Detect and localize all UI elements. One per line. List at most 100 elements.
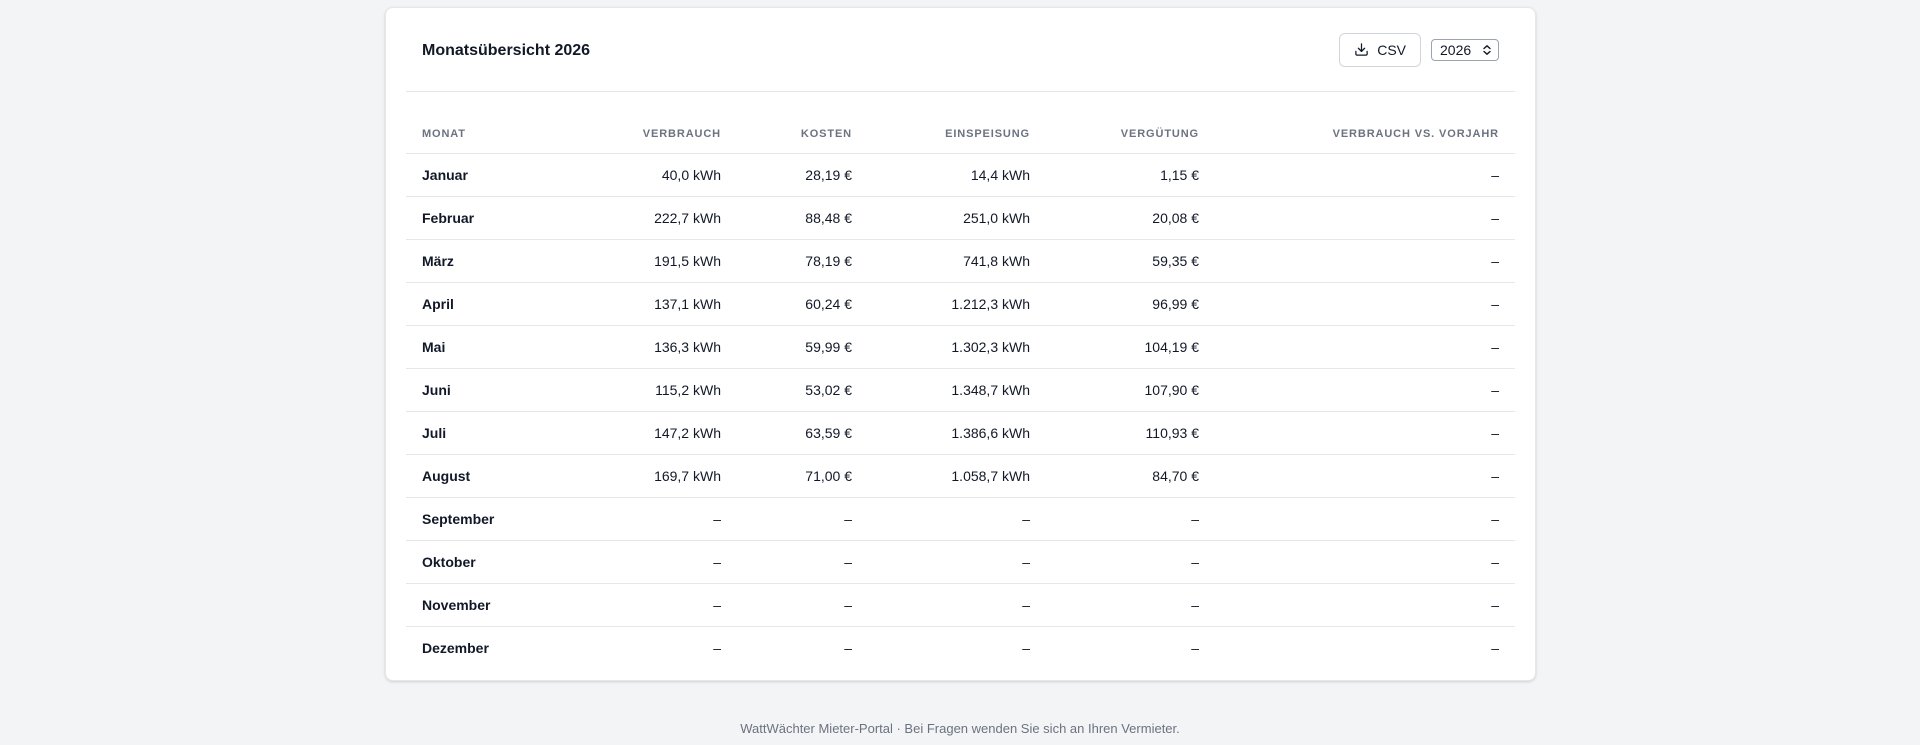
cell-verguetung: 104,19 € [1046,325,1215,369]
cell-verguetung: 84,70 € [1046,454,1215,498]
cell-verbrauch: 40,0 kWh [606,153,737,197]
cell-einspeisung: 14,4 kWh [868,153,1046,197]
cell-einspeisung: 1.302,3 kWh [868,325,1046,369]
cell-verguetung: 110,93 € [1046,411,1215,455]
cell-verguetung: 20,08 € [1046,196,1215,240]
cell-verbrauch: – [606,497,737,541]
cell-vorjahr: – [1215,196,1515,240]
cell-verbrauch: – [713,639,721,656]
cell-verguetung: 107,90 € [1046,368,1215,412]
cell-vorjahr: – [1215,282,1515,326]
cell-month: Juni [406,368,606,412]
cell-vorjahr: – [1215,411,1515,455]
cell-verbrauch: – [606,540,737,584]
header-verbrauch: Verbrauch [606,115,737,154]
header-einspeisung: Einspeisung [868,115,1046,154]
cell-vorjahr: – [1215,454,1515,498]
year-select-value: 2026 [1440,41,1472,58]
table-row: August 169,7 kWh 71,00 € 1.058,7 kWh 84,… [406,454,1515,498]
cell-einspeisung: 1.348,7 kWh [868,368,1046,412]
cell-verguetung: – [1046,497,1215,541]
table-row: November – – – – – [406,583,1515,627]
chevron-up-down-icon [1482,44,1492,56]
cell-month: Dezember [422,639,489,656]
cell-verbrauch: 136,3 kWh [606,325,737,369]
cell-verbrauch: 115,2 kWh [606,368,737,412]
cell-month: März [406,239,606,283]
cell-verguetung: 59,35 € [1046,239,1215,283]
cell-einspeisung: 251,0 kWh [868,196,1046,240]
table-row: Oktober – – – – – [406,540,1515,584]
year-select[interactable]: 2026 [1431,38,1499,61]
cell-verbrauch: – [606,583,737,627]
cell-verbrauch: 147,2 kWh [606,411,737,455]
cell-kosten: 71,00 € [737,454,868,498]
cell-vorjahr: – [1215,325,1515,369]
cell-kosten: 59,99 € [737,325,868,369]
footer-text: WattWächter Mieter-Portal · Bei Fragen w… [740,721,1180,736]
cell-einspeisung: 1.386,6 kWh [868,411,1046,455]
cell-einspeisung: – [1022,639,1030,656]
table-row: September – – – – – [406,497,1515,541]
cell-vorjahr: – [1215,153,1515,197]
table-row: März 191,5 kWh 78,19 € 741,8 kWh 59,35 €… [406,239,1515,283]
cell-verbrauch: 222,7 kWh [606,196,737,240]
table-row: Mai 136,3 kWh 59,99 € 1.302,3 kWh 104,19… [406,325,1515,369]
cell-vorjahr: – [1215,497,1515,541]
table-row: Juli 147,2 kWh 63,59 € 1.386,6 kWh 110,9… [406,411,1515,455]
cell-kosten: – [844,639,852,656]
cell-verbrauch: 169,7 kWh [606,454,737,498]
cell-einspeisung: 1.212,3 kWh [868,282,1046,326]
cell-kosten: 78,19 € [737,239,868,283]
cell-month: November [406,583,606,627]
card-header: Monatsübersicht 2026 CSV 2026 [406,8,1515,92]
cell-month: September [406,497,606,541]
table-header-row: Monat Verbrauch Kosten Einspeisung Vergü… [406,115,1515,154]
cell-month: August [406,454,606,498]
cell-kosten: – [737,583,868,627]
cell-kosten: 63,59 € [737,411,868,455]
cell-vorjahr: – [1215,583,1515,627]
header-month: Monat [406,115,606,154]
table-row: Februar 222,7 kWh 88,48 € 251,0 kWh 20,0… [406,196,1515,240]
cell-kosten: 53,02 € [737,368,868,412]
table-row: Juni 115,2 kWh 53,02 € 1.348,7 kWh 107,9… [406,368,1515,412]
cell-verguetung: 1,15 € [1046,153,1215,197]
cell-verguetung: – [1191,639,1199,656]
header-kosten: Kosten [737,115,868,154]
header-verguetung: Vergütung [1046,115,1215,154]
cell-einspeisung: – [868,583,1046,627]
cell-verbrauch: 137,1 kWh [606,282,737,326]
cell-verbrauch: 191,5 kWh [606,239,737,283]
cell-vorjahr: – [1491,639,1499,656]
cell-vorjahr: – [1215,239,1515,283]
cell-month: Juli [406,411,606,455]
table-row: Dezember – – – – – [406,626,1515,669]
cell-verguetung: – [1046,583,1215,627]
cell-kosten: 28,19 € [737,153,868,197]
csv-export-button[interactable]: CSV [1339,32,1421,67]
cell-month: Oktober [406,540,606,584]
cell-month: April [406,282,606,326]
cell-month: Januar [406,153,606,197]
cell-verguetung: 96,99 € [1046,282,1215,326]
cell-month: Februar [406,196,606,240]
cell-month: Mai [406,325,606,369]
cell-einspeisung: 741,8 kWh [868,239,1046,283]
download-icon [1354,42,1369,57]
cell-kosten: – [737,540,868,584]
cell-einspeisung: 1.058,7 kWh [868,454,1046,498]
cell-kosten: 60,24 € [737,282,868,326]
monthly-overview-card: Monatsübersicht 2026 CSV 2026 MONAT VERB… [385,7,1536,681]
csv-button-label: CSV [1377,41,1406,58]
header-actions: CSV 2026 [1339,32,1499,67]
cell-vorjahr: – [1215,368,1515,412]
cell-kosten: 88,48 € [737,196,868,240]
monthly-table: Monat Verbrauch Kosten Einspeisung Vergü… [406,115,1515,669]
cell-einspeisung: – [868,540,1046,584]
table-row: Januar 40,0 kWh 28,19 € 14,4 kWh 1,15 € … [406,153,1515,197]
cell-verguetung: – [1046,540,1215,584]
card-title: Monatsübersicht 2026 [422,41,591,59]
table-row: April 137,1 kWh 60,24 € 1.212,3 kWh 96,9… [406,282,1515,326]
cell-kosten: – [737,497,868,541]
